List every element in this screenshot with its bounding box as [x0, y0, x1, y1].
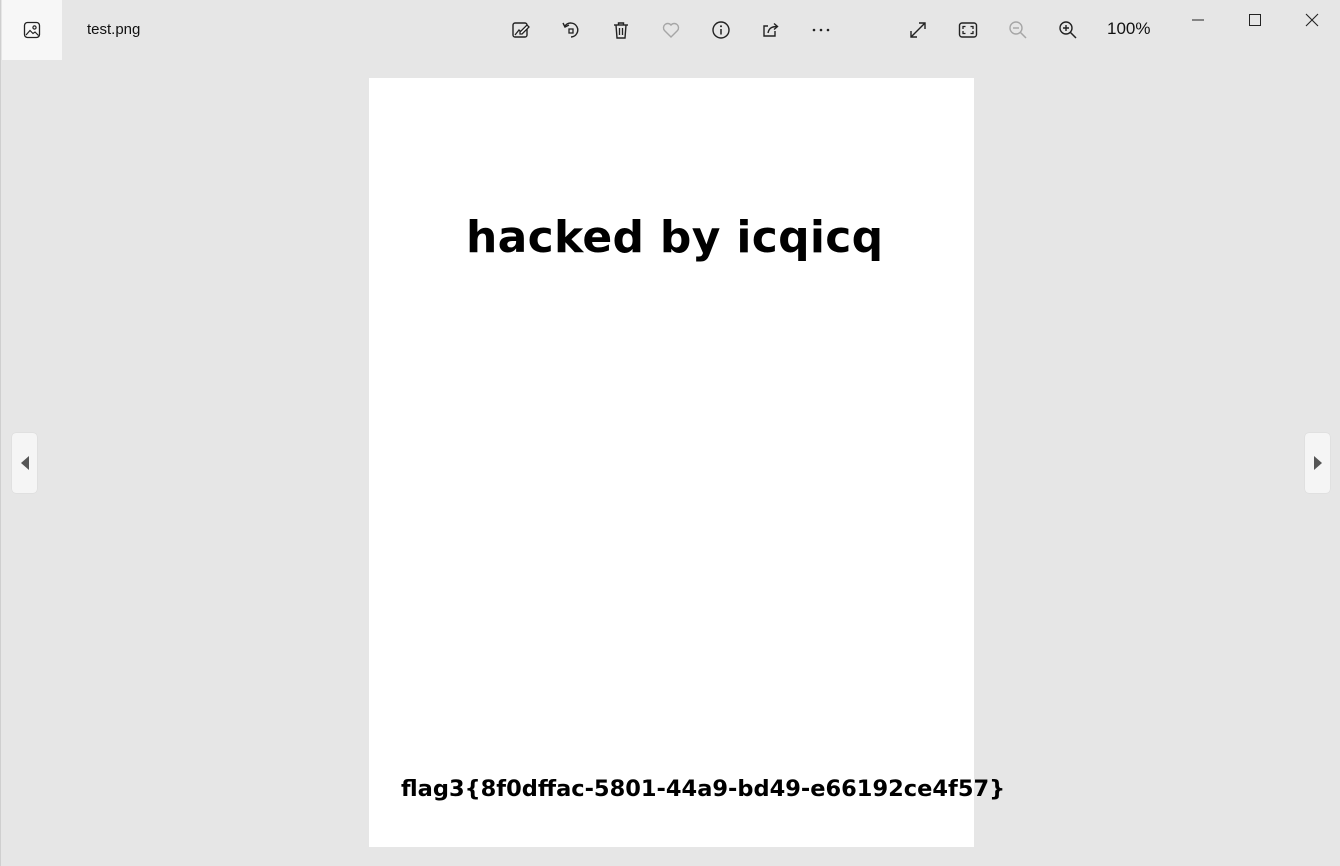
minimize-button[interactable]: [1169, 0, 1227, 40]
rotate-button[interactable]: [551, 10, 591, 50]
more-options-icon: [812, 28, 830, 32]
minimize-icon: [1192, 19, 1204, 21]
delete-button[interactable]: [601, 10, 641, 50]
rotate-icon: [562, 22, 579, 38]
fit-to-window-button[interactable]: [948, 10, 988, 50]
expand-icon: [910, 22, 926, 38]
title-bar: test.png 100%: [1, 0, 1340, 60]
chevron-left-icon: [20, 456, 29, 470]
chevron-right-icon: [1313, 456, 1322, 470]
maximize-button[interactable]: [1226, 0, 1284, 40]
app-icon[interactable]: [2, 0, 62, 60]
previous-image-button[interactable]: [12, 433, 37, 493]
zoom-out-button[interactable]: [998, 10, 1038, 50]
photo-viewer-window: test.png 100% hacked by icqicq flag3{8f0…: [0, 0, 1340, 866]
zoom-level[interactable]: 100%: [1107, 19, 1150, 39]
photos-app-icon: [23, 21, 41, 39]
full-screen-button[interactable]: [898, 10, 938, 50]
share-button[interactable]: [751, 10, 791, 50]
displayed-image: hacked by icqicq flag3{8f0dffac-5801-44a…: [369, 78, 1005, 847]
edit-image-icon: [512, 22, 530, 38]
next-image-button[interactable]: [1305, 433, 1330, 493]
favorite-heart-icon: [662, 22, 680, 38]
fit-to-window-icon: [958, 22, 978, 38]
zoom-out-icon: [1009, 21, 1027, 39]
maximize-icon: [1249, 14, 1261, 26]
zoom-in-button[interactable]: [1048, 10, 1088, 50]
info-icon: [712, 21, 730, 39]
close-icon: [1305, 13, 1319, 27]
more-options-button[interactable]: [801, 10, 841, 50]
edit-image-button[interactable]: [501, 10, 541, 50]
delete-icon: [614, 22, 628, 39]
close-button[interactable]: [1283, 0, 1340, 40]
file-name-title: test.png: [87, 21, 141, 38]
image-flag-text: flag3{8f0dffac-5801-44a9-bd49-e66192ce4f…: [401, 776, 1006, 802]
favorite-button[interactable]: [651, 10, 691, 50]
share-icon: [763, 22, 779, 37]
image-headline-text: hacked by icqicq: [466, 212, 884, 263]
info-button[interactable]: [701, 10, 741, 50]
zoom-in-icon: [1059, 21, 1077, 39]
